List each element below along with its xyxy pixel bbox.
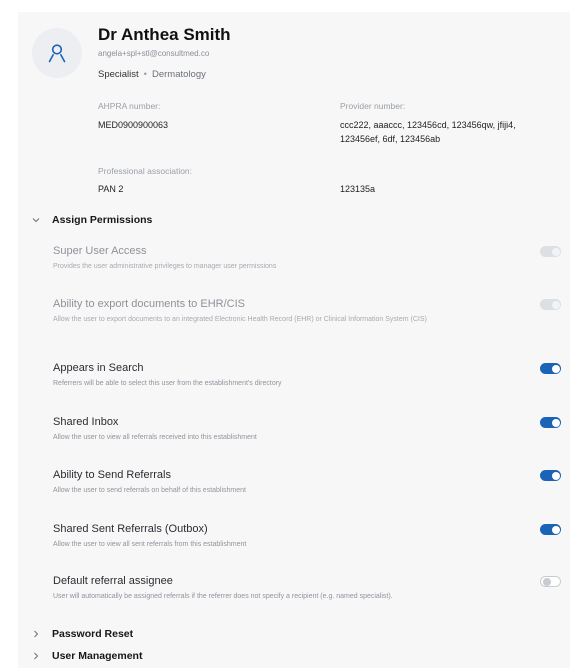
user-profile-panel: Dr Anthea Smith angela+spl+stl@consultme… <box>18 12 570 668</box>
appears-in-search-toggle[interactable] <box>540 363 561 374</box>
default-referral-assignee-toggle[interactable] <box>540 576 561 587</box>
chevron-down-icon <box>32 216 46 224</box>
ahpra-value: MED0900900063 <box>98 120 169 130</box>
permission-send-referrals: Ability to Send Referrals Allow the user… <box>53 469 561 496</box>
permission-default-referral-assignee: Default referral assignee User will auto… <box>53 575 561 602</box>
shared-outbox-toggle[interactable] <box>540 524 561 535</box>
permission-description: Allow the user to view all sent referral… <box>53 541 247 548</box>
permission-shared-inbox: Shared Inbox Allow the user to view all … <box>53 416 561 443</box>
permission-appears-in-search: Appears in Search Referrers will be able… <box>53 362 561 389</box>
provider-label: Provider number: <box>340 101 406 111</box>
user-email: angela+spl+stl@consultmed.co <box>98 49 210 58</box>
permission-title: Shared Inbox <box>53 416 119 428</box>
section-user-management[interactable]: User Management <box>32 650 142 662</box>
permission-title: Ability to export documents to EHR/CIS <box>53 298 245 310</box>
avatar <box>32 28 82 78</box>
permission-description: Allow the user to export documents to an… <box>53 316 427 323</box>
permission-shared-outbox: Shared Sent Referrals (Outbox) Allow the… <box>53 523 561 550</box>
provider-value: ccc222, aaaccc, 123456cd, 123456qw, jfij… <box>340 118 516 146</box>
export-ehr-cis-toggle[interactable] <box>540 299 561 310</box>
chevron-right-icon <box>32 652 46 660</box>
permission-description: User will automatically be assigned refe… <box>53 593 393 600</box>
permission-description: Referrers will be able to select this us… <box>53 380 282 387</box>
association-number: 123135a <box>340 184 376 194</box>
permission-title: Super User Access <box>53 245 147 257</box>
association-label: Professional association: <box>98 166 193 176</box>
section-title: User Management <box>52 650 143 662</box>
ahpra-label: AHPRA number: <box>98 101 161 111</box>
permission-super-user-access: Super User Access Provides the user admi… <box>53 245 561 272</box>
shared-inbox-toggle[interactable] <box>540 417 561 428</box>
permission-title: Ability to Send Referrals <box>53 469 171 481</box>
user-role: Specialist <box>98 69 139 80</box>
super-user-access-toggle[interactable] <box>540 246 561 257</box>
permission-title: Default referral assignee <box>53 575 173 587</box>
permission-description: Provides the user administrative privile… <box>53 263 277 270</box>
permission-title: Shared Sent Referrals (Outbox) <box>53 523 208 535</box>
provider-value-line: ccc222, aaaccc, 123456cd, 123456qw, jfij… <box>340 120 516 130</box>
section-title: Assign Permissions <box>52 214 153 226</box>
permission-title: Appears in Search <box>53 362 144 374</box>
section-assign-permissions[interactable]: Assign Permissions <box>32 214 152 226</box>
section-password-reset[interactable]: Password Reset <box>32 628 133 640</box>
user-role-line: Specialist • Dermatology <box>98 69 206 80</box>
user-icon <box>48 44 66 63</box>
permission-description: Allow the user to send referrals on beha… <box>53 487 246 494</box>
section-title: Password Reset <box>52 628 134 640</box>
permission-export-ehr-cis: Ability to export documents to EHR/CIS A… <box>53 298 561 325</box>
user-name: Dr Anthea Smith <box>98 25 231 44</box>
association-value: PAN 2 <box>98 184 124 194</box>
provider-value-line: 123456ef, 6df, 123456ab <box>340 134 441 144</box>
permission-description: Allow the user to view all referrals rec… <box>53 434 257 441</box>
user-specialty: Dermatology <box>152 69 206 80</box>
send-referrals-toggle[interactable] <box>540 470 561 481</box>
chevron-right-icon <box>32 630 46 638</box>
role-separator: • <box>143 69 147 80</box>
